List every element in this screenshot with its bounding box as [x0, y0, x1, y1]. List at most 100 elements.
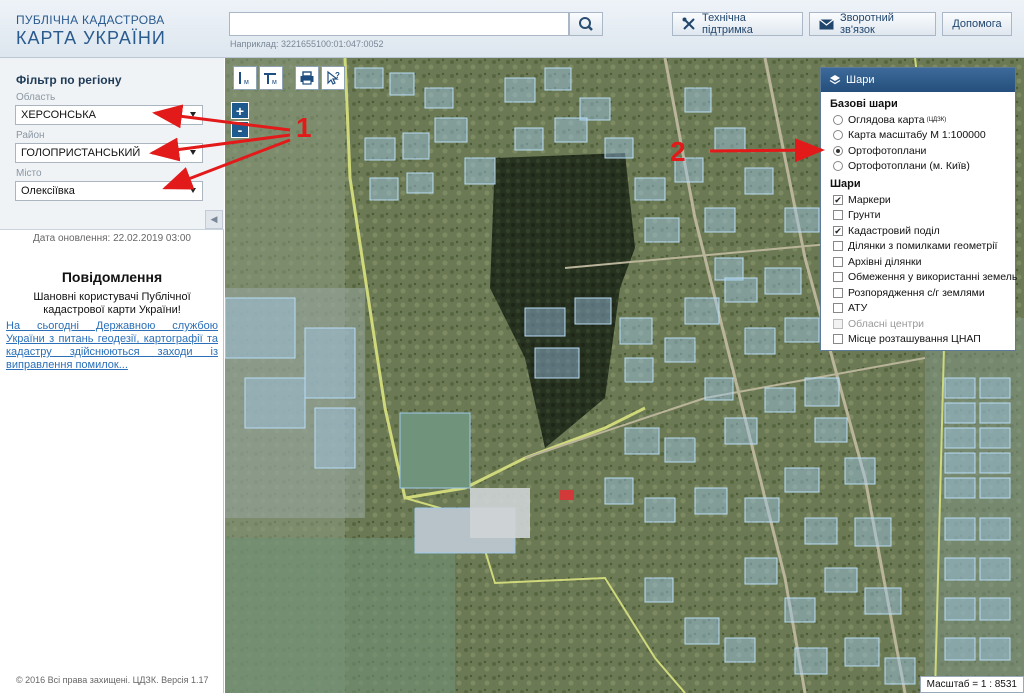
overlay-layers-list: ✔ Маркери Грунти ✔ Кадастровий поділ Ділянки …	[821, 192, 1018, 348]
overlay-layer-item[interactable]: Ділянки з помилками геометрії	[821, 239, 1015, 255]
layers-header[interactable]: Шари	[821, 68, 1015, 92]
svg-text:?: ?	[335, 71, 340, 80]
overlay-layer-label: Обласні центри	[848, 317, 925, 330]
misto-value: Олексіївка	[21, 185, 75, 197]
base-layer-item[interactable]: Ортофотоплани	[821, 143, 1015, 159]
checkbox[interactable]: ✔	[833, 225, 843, 236]
logo[interactable]: ПУБЛІЧНА КАДАСТРОВА КАРТА УКРАЇНИ	[16, 13, 166, 49]
support-label: Технічна підтримка	[702, 12, 753, 36]
checkbox[interactable]	[833, 241, 843, 252]
cursor-question-icon: ?	[327, 70, 340, 85]
help-label: Допомога	[952, 18, 1002, 30]
oblast-label: Область	[16, 92, 56, 103]
oblast-select[interactable]: ХЕРСОНСЬКА	[15, 105, 203, 125]
base-layer-item[interactable]: Оглядова карта (ЦДЗК)	[821, 112, 1015, 128]
zoom-out-button[interactable]: -	[231, 121, 249, 138]
notice-link[interactable]: На сьогодні Державною службою України з …	[6, 320, 218, 372]
base-layer-label: Ортофотоплани (м. Київ)	[848, 160, 970, 173]
search-hint: Наприклад: 3221655100:01:047:0052	[230, 39, 384, 49]
checkbox[interactable]	[833, 303, 843, 314]
mail-icon	[819, 18, 834, 30]
collapse-panel-button[interactable]: ◀	[205, 210, 223, 229]
base-layer-label: Карта масштабу М 1:100000	[848, 129, 986, 142]
overlay-layer-item[interactable]: ✔ Кадастровий поділ	[821, 223, 1015, 239]
checkbox	[833, 318, 843, 329]
feedback-label: Зворотний зв'язок	[840, 12, 894, 36]
chevron-down-icon	[190, 112, 196, 117]
base-layer-sup: (ЦДЗК)	[926, 116, 947, 123]
radio-button[interactable]	[833, 130, 843, 141]
overlay-layer-label: Архівні ділянки	[848, 255, 922, 268]
overlay-layer-item[interactable]: Місце розташування ЦНАП	[821, 332, 1015, 348]
overlay-layer-item[interactable]: Грунти	[821, 208, 1015, 224]
radio-button[interactable]	[833, 114, 843, 125]
base-layer-item[interactable]: Ортофотоплани (м. Київ)	[821, 159, 1015, 175]
printer-icon	[300, 71, 314, 85]
print-button[interactable]	[295, 66, 319, 90]
overlay-layer-label: Обмеження у використанні земель	[848, 271, 1018, 284]
logo-top-text: ПУБЛІЧНА КАДАСТРОВА	[16, 13, 165, 27]
search-icon	[579, 17, 593, 31]
overlay-layer-label: Розпорядження с/г землями	[848, 286, 985, 299]
identify-button[interactable]: ?	[321, 66, 345, 90]
chevron-left-icon: ◀	[210, 214, 218, 224]
overlay-layer-item[interactable]: АТУ	[821, 301, 1015, 317]
filter-title: Фільтр по регіону	[16, 73, 122, 87]
checkbox[interactable]: ✔	[833, 194, 843, 205]
checkbox[interactable]	[833, 210, 843, 221]
radio-button[interactable]	[833, 145, 843, 156]
base-layer-item[interactable]: Карта масштабу М 1:100000	[821, 128, 1015, 144]
overlay-layer-item[interactable]: Розпорядження с/г землями	[821, 285, 1015, 301]
radio-button[interactable]	[833, 161, 843, 172]
copyright: © 2016 Всі права захищені. ЦДЗК. Версія …	[16, 675, 209, 685]
annotation-label-2: 2	[670, 136, 686, 167]
overlay-layer-label: Місце розташування ЦНАП	[848, 333, 981, 346]
left-panel: Фільтр по регіону Область ХЕРСОНСЬКА Рай…	[0, 58, 224, 693]
overlay-layer-item[interactable]: Архівні ділянки	[821, 254, 1015, 270]
feedback-button[interactable]: Зворотний зв'язок	[809, 12, 936, 36]
map-view[interactable]: м м ? + - Масштаб = 1 : 8531 Шари Базові…	[225, 58, 1024, 693]
scale-indicator: Масштаб = 1 : 8531	[919, 676, 1024, 693]
overlay-layer-label: Грунти	[848, 209, 881, 222]
update-date: Дата оновлення: 22.02.2019 03:00	[33, 233, 191, 244]
checkbox[interactable]	[833, 272, 843, 283]
region-filter: Фільтр по регіону Область ХЕРСОНСЬКА Рай…	[0, 58, 224, 230]
measure-line-button[interactable]: м	[233, 66, 257, 90]
layers-title: Шари	[846, 74, 875, 86]
map-toolbar: м м ?	[233, 66, 347, 90]
rayon-select[interactable]: ГОЛОПРИСТАНСЬКИЙ	[15, 143, 203, 163]
oblast-value: ХЕРСОНСЬКА	[21, 109, 96, 121]
rayon-label: Район	[16, 130, 45, 141]
checkbox[interactable]	[833, 287, 843, 298]
help-button[interactable]: Допомога	[942, 12, 1012, 36]
chevron-down-icon	[190, 188, 196, 193]
svg-text:м: м	[244, 79, 249, 86]
zoom-in-button[interactable]: +	[231, 102, 249, 119]
area-measure-icon: м	[264, 73, 277, 86]
base-layers-heading: Базові шари	[830, 98, 898, 110]
overlay-layer-item[interactable]: Обмеження у використанні земель	[821, 270, 1018, 286]
chevron-down-icon	[190, 150, 196, 155]
checkbox[interactable]	[833, 256, 843, 267]
checkbox[interactable]	[833, 334, 843, 345]
base-layer-label: Оглядова карта	[848, 113, 925, 126]
search-input[interactable]	[229, 12, 569, 36]
logo-bottom-text: КАРТА УКРАЇНИ	[16, 28, 166, 48]
zoom-control: + -	[231, 102, 249, 140]
layers-panel: Шари Базові шари Оглядова карта (ЦДЗК) Кар…	[820, 67, 1018, 351]
support-button[interactable]: Технічна підтримка	[672, 12, 803, 36]
overlay-layers-heading: Шари	[830, 178, 861, 190]
notice-title: Повідомлення	[61, 269, 163, 285]
rayon-value: ГОЛОПРИСТАНСЬКИЙ	[21, 147, 141, 159]
misto-select[interactable]: Олексіївка	[15, 181, 203, 201]
overlay-layer-label: АТУ	[848, 302, 868, 315]
layers-icon	[829, 74, 841, 86]
header: ПУБЛІЧНА КАДАСТРОВА КАРТА УКРАЇНИ Наприк…	[0, 0, 1024, 58]
base-layers-list: Оглядова карта (ЦДЗК) Карта масштабу М 1:1…	[821, 112, 1015, 174]
notice-text: Шановні користувачі Публічної кадастрово…	[33, 291, 191, 316]
search-button[interactable]	[569, 12, 603, 36]
overlay-layer-item[interactable]: ✔ Маркери	[821, 192, 1015, 208]
overlay-layer-label: Маркери	[848, 193, 891, 206]
measure-area-button[interactable]: м	[259, 66, 283, 90]
misto-label: Місто	[16, 168, 42, 179]
